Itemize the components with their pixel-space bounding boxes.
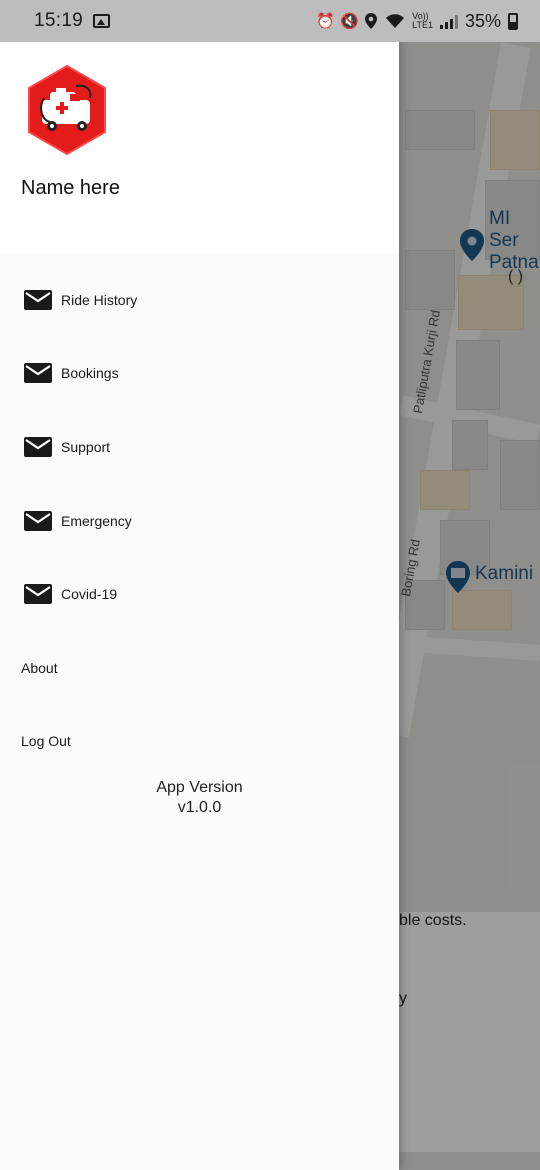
signal-icon	[439, 14, 458, 29]
menu-label: Covid-19	[61, 586, 118, 603]
menu-item-bookings[interactable]: Bookings	[0, 337, 399, 411]
mail-icon	[24, 510, 52, 531]
mute-icon: 🔇	[340, 12, 359, 30]
status-bar: 15:19 ⏰ 🔇 Vo)) LTE1 35%	[0, 0, 540, 42]
navigation-drawer: Name here Ride History Bookings Support	[0, 42, 399, 1170]
user-name: Name here	[21, 177, 120, 199]
menu-item-log-out[interactable]: Log Out	[0, 705, 399, 779]
menu-label: Log Out	[21, 733, 71, 750]
menu-item-support[interactable]: Support	[0, 410, 399, 484]
battery-icon	[508, 12, 518, 30]
drawer-header: Name here	[0, 42, 399, 253]
menu-label: About	[21, 659, 58, 676]
menu-item-ride-history[interactable]: Ride History	[0, 263, 399, 337]
menu-label: Ride History	[61, 291, 138, 308]
menu-item-emergency[interactable]: Emergency	[0, 484, 399, 558]
menu-item-covid-19[interactable]: Covid-19	[0, 557, 399, 631]
mail-icon	[24, 584, 52, 605]
menu-label: Bookings	[61, 365, 119, 382]
drawer-menu: Ride History Bookings Support Emergency	[0, 263, 399, 778]
gallery-icon	[93, 14, 111, 28]
volte-icon: Vo)) LTE1	[412, 11, 433, 30]
wifi-icon	[386, 14, 405, 28]
alarm-icon: ⏰	[316, 12, 335, 30]
mail-icon	[24, 363, 52, 384]
status-time: 15:19	[34, 10, 84, 31]
app-version-title: App Version	[156, 779, 243, 796]
mail-icon	[24, 436, 52, 457]
menu-item-about[interactable]: About	[0, 631, 399, 705]
ambulance-logo	[28, 64, 106, 156]
app-version-number: v1.0.0	[177, 799, 222, 816]
battery-percent: 35%	[464, 10, 501, 31]
app-version: App Version v1.0.0	[0, 778, 399, 818]
location-icon	[365, 13, 378, 29]
menu-label: Support	[61, 438, 111, 455]
status-icons: ⏰ 🔇 Vo)) LTE1 35%	[316, 11, 518, 32]
menu-label: Emergency	[61, 512, 132, 529]
mail-icon	[24, 289, 52, 310]
